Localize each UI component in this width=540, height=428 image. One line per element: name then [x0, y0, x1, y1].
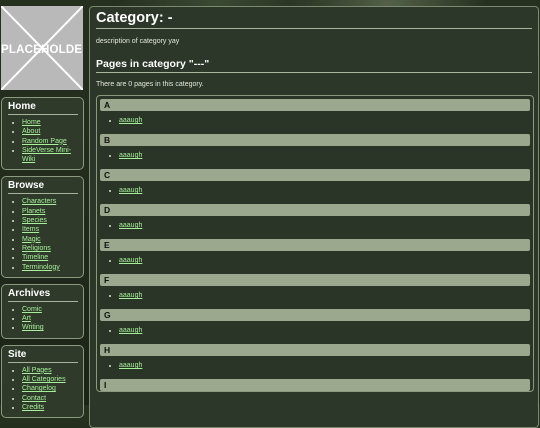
list-item: aaaugh [119, 152, 530, 159]
logo-text: PLACEHOLDER [1, 44, 83, 56]
letter-page-list: aaaugh [100, 152, 530, 169]
letter-page-list: aaaugh [100, 117, 530, 134]
page-title: Category: - [96, 10, 532, 29]
page-link[interactable]: aaaugh [119, 292, 142, 299]
sidebar-item: All Categories [22, 375, 78, 384]
sidebar-item: Contact [22, 394, 78, 403]
sidebar-item: Religions [22, 244, 78, 253]
sidebar-item: Timeline [22, 253, 78, 262]
letter-page-list: aaaugh [100, 222, 530, 239]
sidebar-link-terminology[interactable]: Terminology [22, 264, 60, 271]
page-link[interactable]: aaaugh [119, 117, 142, 124]
page-link[interactable]: aaaugh [119, 152, 142, 159]
list-item: aaaugh [119, 187, 530, 194]
sidebar-section-browse: Browse Characters Planets Species Items Magic… [1, 176, 84, 278]
sidebar-section-title: Home [8, 101, 78, 115]
sidebar-item: All Pages [22, 366, 78, 375]
sidebar-item: Terminology [22, 263, 78, 272]
letter-page-list: aaaugh [100, 292, 530, 309]
sidebar-section-title: Site [8, 349, 78, 363]
sidebar: Home Home About Random Page SideVerse Mini-W… [0, 94, 85, 424]
sidebar-link-sideverse-mini-wiki[interactable]: SideVerse Mini-Wiki [22, 147, 71, 163]
sidebar-item: Art [22, 314, 78, 323]
sidebar-item: Writing [22, 323, 78, 332]
letter-page-list: aaaugh [100, 187, 530, 204]
sidebar-link-magic[interactable]: Magic [22, 236, 41, 243]
sidebar-section-home: Home Home About Random Page SideVerse Mini-W… [1, 97, 84, 171]
sidebar-item: Items [22, 225, 78, 234]
letter-heading: G [100, 309, 530, 321]
letter-page-list: aaaugh [100, 362, 530, 379]
sidebar-item: Comic [22, 305, 78, 314]
sidebar-item: About [22, 127, 78, 136]
sidebar-link-comic[interactable]: Comic [22, 306, 42, 313]
letter-page-list: aaaugh [100, 327, 530, 344]
sidebar-link-changelog[interactable]: Changelog [22, 385, 56, 392]
list-item: aaaugh [119, 257, 530, 264]
sidebar-item: Species [22, 216, 78, 225]
sidebar-link-planets[interactable]: Planets [22, 208, 45, 215]
letter-heading: F [100, 274, 530, 286]
sidebar-link-list: Characters Planets Species Items Magic Religi… [8, 197, 78, 271]
sidebar-link-timeline[interactable]: Timeline [22, 254, 48, 261]
page-link[interactable]: aaaugh [119, 257, 142, 264]
sidebar-item: Characters [22, 197, 78, 206]
sidebar-link-all-categories[interactable]: All Categories [22, 376, 66, 383]
sidebar-link-items[interactable]: Items [22, 226, 39, 233]
sidebar-link-species[interactable]: Species [22, 217, 47, 224]
letter-heading: H [100, 344, 530, 356]
sidebar-section-site: Site All Pages All Categories Changelog Cont… [1, 344, 84, 419]
sidebar-item: Random Page [22, 137, 78, 146]
sidebar-link-contact[interactable]: Contact [22, 395, 46, 402]
sidebar-link-list: Home About Random Page SideVerse Mini-Wiki [8, 118, 78, 164]
page-count-text: There are 0 pages in this category. [96, 81, 204, 88]
list-item: aaaugh [119, 327, 530, 334]
sidebar-section-title: Archives [8, 288, 78, 302]
list-item: aaaugh [119, 117, 530, 124]
sidebar-link-list: Comic Art Writing [8, 305, 78, 333]
site-logo[interactable]: PLACEHOLDER [1, 6, 83, 90]
letter-heading: E [100, 239, 530, 251]
sidebar-link-home[interactable]: Home [22, 119, 41, 126]
letter-heading: D [100, 204, 530, 216]
main-content: Category: - description of category yay … [89, 6, 539, 428]
category-description: description of category yay [96, 38, 180, 45]
sidebar-link-list: All Pages All Categories Changelog ContactC… [8, 366, 78, 412]
letter-page-list: aaaugh [100, 257, 530, 274]
letter-heading: B [100, 134, 530, 146]
list-item: aaaugh [119, 222, 530, 229]
sidebar-item: Magic [22, 235, 78, 244]
sidebar-section-title: Browse [8, 180, 78, 195]
sidebar-item: SideVerse Mini-Wiki [22, 146, 78, 165]
letter-heading: A [100, 99, 530, 111]
sidebar-link-art[interactable]: Art [22, 315, 31, 322]
sidebar-item: Credits [22, 403, 78, 412]
pages-heading: Pages in category "---" [96, 58, 532, 73]
sidebar-link-writing[interactable]: Writing [22, 324, 44, 331]
sidebar-link-random-page[interactable]: Random Page [22, 138, 67, 145]
sidebar-link-about[interactable]: About [22, 128, 40, 135]
page-link[interactable]: aaaugh [119, 327, 142, 334]
letter-heading: C [100, 169, 530, 181]
sidebar-item: Planets [22, 207, 78, 216]
sidebar-link-religions[interactable]: Religions [22, 245, 51, 252]
page-link[interactable]: aaaugh [119, 362, 142, 369]
list-item: aaaugh [119, 362, 530, 369]
page-link[interactable]: aaaugh [119, 222, 142, 229]
sidebar-link-all-pages[interactable]: All Pages [22, 367, 52, 374]
sidebar-section-archives: Archives Comic Art Writing [1, 283, 84, 339]
category-list: Aaaaugh Baaaugh Caaaugh Daaaugh Eaaaugh Faaau… [96, 95, 534, 392]
letter-heading: I [100, 379, 530, 391]
sidebar-item: Changelog [22, 384, 78, 393]
list-item: aaaugh [119, 292, 530, 299]
sidebar-item: Home [22, 118, 78, 127]
page-link[interactable]: aaaugh [119, 187, 142, 194]
sidebar-link-characters[interactable]: Characters [22, 198, 56, 205]
